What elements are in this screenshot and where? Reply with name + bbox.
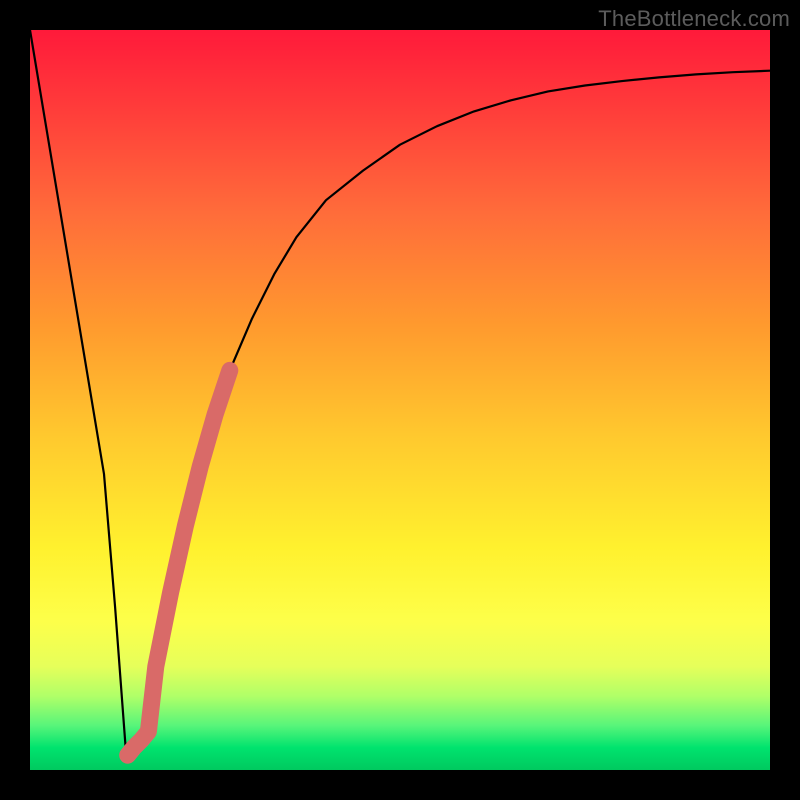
chart-frame: TheBottleneck.com	[0, 0, 800, 800]
bottleneck-curve	[30, 30, 770, 755]
chart-svg	[30, 30, 770, 770]
highlight-segment	[128, 370, 230, 755]
plot-area	[30, 30, 770, 770]
watermark-text: TheBottleneck.com	[598, 6, 790, 32]
